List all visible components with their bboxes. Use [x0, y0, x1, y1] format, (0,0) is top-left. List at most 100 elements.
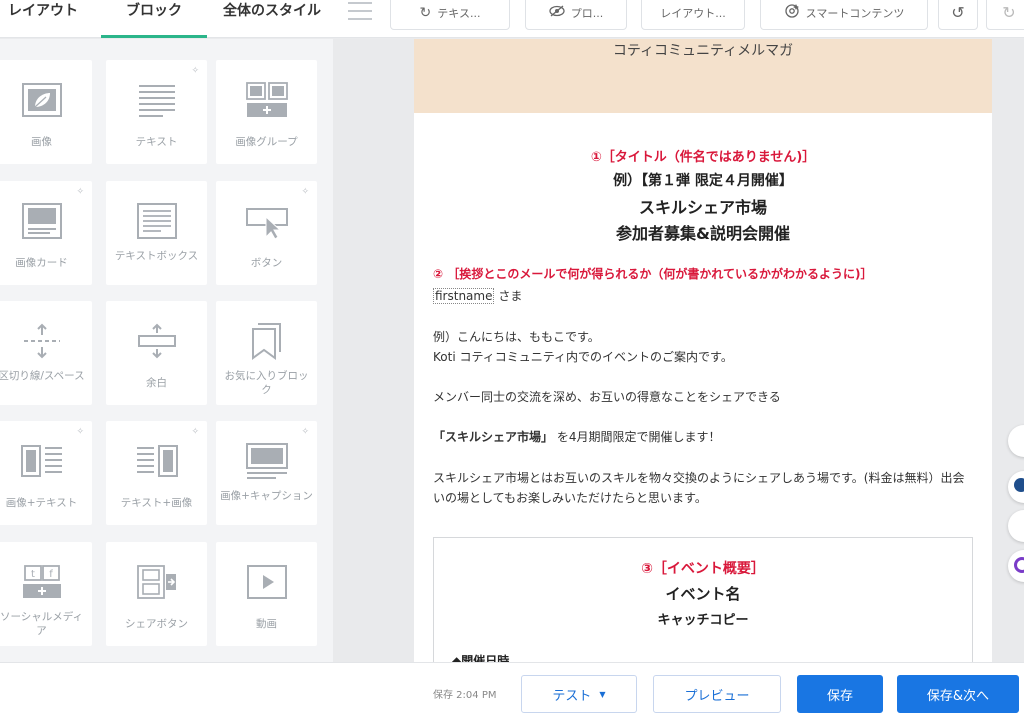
- skill-market-name: 「スキルシェア市場」: [433, 430, 554, 444]
- block-label: 画像グループ: [235, 136, 298, 148]
- block-favorites[interactable]: お気に入りブロック: [216, 301, 317, 405]
- block-label: お気に入りブロック: [224, 370, 309, 396]
- saved-status: 保存 2:04 PM: [433, 690, 497, 701]
- datetime-label: ◆開催日時: [452, 654, 510, 662]
- header-title: コティコミュニティメルマガ: [612, 43, 794, 59]
- event-summary-box[interactable]: ③［イベント概要］ イベント名 キャッチコピー ◆開催日時: [433, 537, 973, 662]
- block-image-caption[interactable]: ✧ 画像+キャプション: [216, 421, 317, 525]
- redo-icon: ↻: [1002, 3, 1016, 22]
- preview-label: プレビュー: [684, 688, 750, 704]
- bookmark-icon: [216, 321, 317, 361]
- block-label: テキスト+画像: [120, 497, 193, 509]
- text-box-icon: [106, 201, 207, 241]
- sparkle-icon: ✧: [191, 66, 199, 76]
- tab-blocks[interactable]: ブロック: [101, 0, 207, 38]
- block-label: テキストボックス: [114, 250, 199, 262]
- block-social-media[interactable]: t f ソーシャルメディア: [0, 542, 92, 646]
- text-dropdown-label: テキス...: [437, 7, 481, 20]
- save-and-next-button[interactable]: 保存&次へ: [897, 675, 1019, 713]
- layout-dropdown-button[interactable]: レイアウト...: [641, 0, 745, 30]
- event-name: イベント名: [665, 585, 741, 603]
- test-button[interactable]: テスト ▼: [521, 675, 637, 713]
- redo-button[interactable]: ↻: [986, 0, 1024, 30]
- block-label: ソーシャルメディア: [0, 611, 84, 637]
- body-line2: 「スキルシェア市場」 を4月期間限定で開催します！: [433, 427, 720, 447]
- assistant-icon: [1014, 557, 1024, 573]
- image-group-icon: [216, 80, 317, 120]
- sparkle-icon: ✧: [301, 427, 309, 437]
- sparkle-icon: ✧: [191, 427, 199, 437]
- block-label: 余白: [146, 377, 167, 389]
- sparkle-icon: ✧: [76, 187, 84, 197]
- block-button[interactable]: ✧ ボタン: [216, 181, 317, 285]
- block-text[interactable]: ✧ テキスト: [106, 60, 207, 164]
- preview-button[interactable]: プレビュー: [653, 675, 781, 713]
- block-divider[interactable]: 区切り線/スペース: [0, 301, 92, 405]
- assistant-widget-button[interactable]: [1008, 550, 1024, 582]
- greeting-line2: Koti コティコミュニティ内でのイベントのご案内です。: [433, 350, 733, 364]
- save-button[interactable]: 保存: [797, 675, 883, 713]
- block-image-text[interactable]: ✧ 画像+テキスト: [0, 421, 92, 525]
- globe-widget-button[interactable]: [1008, 471, 1024, 503]
- bottom-action-bar: 保存 2:04 PM テスト ▼ プレビュー 保存 保存&次へ: [0, 662, 1024, 722]
- undo-button[interactable]: ↺: [938, 0, 978, 30]
- block-label: 画像: [31, 136, 52, 148]
- section2-label: ② ［挨拶とこのメールで何が得られるか（何が書かれているかがわかるように)］: [433, 267, 873, 281]
- blocks-panel: 画像 ✧ テキスト 画像グループ ✧ 画像カード テキストボックス ✧ ボタン: [0, 39, 333, 662]
- section1-label: ①［タイトル（件名ではありません)］: [590, 150, 816, 165]
- block-label: 画像+テキスト: [5, 497, 78, 509]
- block-label: 動画: [256, 618, 277, 630]
- caret-down-icon: ▼: [599, 689, 606, 699]
- block-label: テキスト: [135, 136, 178, 148]
- image-caption-icon: [216, 441, 317, 481]
- block-spacer[interactable]: 余白: [106, 301, 207, 405]
- email-canvas: コティコミュニティメルマガ ①［タイトル（件名ではありません)］ 例）【第１弾 …: [333, 39, 1024, 662]
- block-label: 画像カード: [15, 257, 68, 269]
- body-paragraph: スキルシェア市場とはお互いのスキルを物々交換のようにシェアしあう場です。(料金は…: [433, 471, 965, 505]
- top-toolbar: レイアウト ブロック 全体のスタイル ↻ テキス... プロ... レイアウト.…: [0, 0, 1024, 38]
- block-share-button[interactable]: シェアボタン: [106, 542, 207, 646]
- salutation: さま: [498, 289, 523, 303]
- test-label: テスト: [552, 688, 592, 704]
- spacer-icon: [106, 321, 207, 361]
- firstname-token[interactable]: firstname: [433, 288, 495, 304]
- block-image-group[interactable]: 画像グループ: [216, 60, 317, 164]
- tab-layout[interactable]: レイアウト: [8, 0, 78, 38]
- text-dropdown-button[interactable]: ↻ テキス...: [390, 0, 510, 30]
- block-text-box[interactable]: テキストボックス: [106, 181, 207, 285]
- salutation-line: firstname さま: [433, 286, 522, 306]
- block-video[interactable]: 動画: [216, 542, 317, 646]
- email-body: コティコミュニティメルマガ ①［タイトル（件名ではありません)］ 例）【第１弾 …: [414, 39, 992, 662]
- save-label: 保存: [826, 688, 853, 704]
- save-next-label: 保存&次へ: [926, 688, 990, 704]
- block-label: シェアボタン: [125, 618, 188, 630]
- image-icon: [0, 80, 92, 120]
- smart-content-button[interactable]: スマートコンテンツ: [760, 0, 928, 30]
- video-icon: [216, 562, 317, 602]
- button-icon: [216, 201, 317, 241]
- title-line1: 例）【第１弾 限定４月開催】: [613, 173, 793, 189]
- block-image[interactable]: 画像: [0, 60, 92, 164]
- catch-copy: キャッチコピー: [657, 613, 749, 628]
- image-text-icon: [0, 441, 92, 481]
- block-text-image[interactable]: ✧ テキスト+画像: [106, 421, 207, 525]
- section3-label: ③［イベント概要］: [641, 561, 765, 577]
- share-button-icon: [106, 562, 207, 602]
- body-line2-rest: を4月期間限定で開催します！: [553, 430, 721, 444]
- text-icon: [106, 80, 207, 120]
- smart-content-icon: [784, 3, 800, 23]
- body-line1: メンバー同士の交流を深め、お互いの得意なことをシェアできる: [433, 390, 781, 404]
- chat-widget-button[interactable]: [1008, 425, 1024, 457]
- svg-text:f: f: [49, 569, 53, 580]
- svg-text:t: t: [31, 569, 35, 580]
- menu-icon[interactable]: [348, 2, 372, 22]
- text-image-icon: [106, 441, 207, 481]
- preview-mode-button[interactable]: プロ...: [525, 0, 627, 30]
- block-image-card[interactable]: ✧ 画像カード: [0, 181, 92, 285]
- undo-icon: ↺: [951, 3, 965, 22]
- tab-global-styles[interactable]: 全体のスタイル: [223, 0, 321, 38]
- eye-slash-icon: [549, 5, 565, 21]
- link-widget-button[interactable]: [1008, 510, 1024, 542]
- email-header[interactable]: コティコミュニティメルマガ: [414, 39, 992, 113]
- title-line2: スキルシェア市場: [638, 198, 767, 217]
